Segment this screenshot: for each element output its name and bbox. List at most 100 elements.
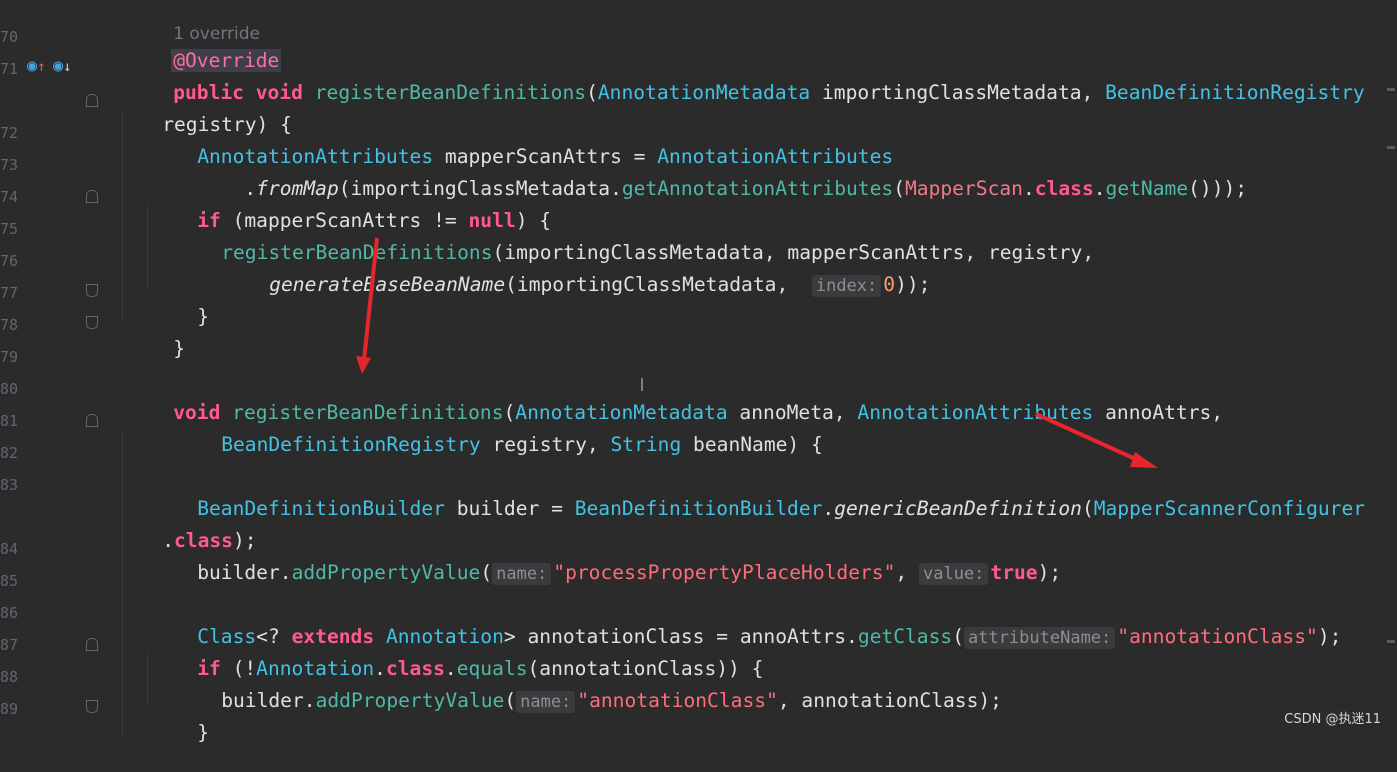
code-line-84[interactable]: builder.addPropertyValue(name: "processPr… (150, 534, 1061, 585)
code-line-78[interactable]: } (126, 310, 185, 360)
parameter-hint: index: (811, 275, 882, 297)
code-text: (importingClassMetadata, (505, 273, 801, 296)
fold-toggle-icon[interactable] (86, 94, 98, 107)
code-text: . (1022, 177, 1035, 200)
code-text: ( (586, 81, 598, 104)
line-number: 74 (0, 188, 19, 206)
line-number: 78 (0, 316, 19, 334)
line-number: 72 (0, 124, 19, 142)
code-line-73[interactable]: .fromMap(importingClassMetadata.getAnnot… (150, 150, 1247, 200)
code-line-72[interactable]: AnnotationAttributes mapperScanAttrs = A… (150, 118, 893, 168)
type-name: MapperScan (905, 177, 1023, 200)
line-number: 75 (0, 220, 19, 238)
line-number: 81 (0, 412, 19, 430)
code-line-89[interactable]: } (150, 694, 209, 744)
fold-toggle-icon[interactable] (86, 414, 98, 427)
code-text: } (197, 721, 209, 744)
code-line-83[interactable]: BeanDefinitionBuilder builder = BeanDefi… (150, 470, 1365, 520)
fold-toggle-icon[interactable] (86, 284, 98, 297)
line-number: 85 (0, 572, 19, 590)
code-text: ( (952, 625, 964, 648)
line-number: 70 (0, 28, 19, 46)
method-name: getClass (857, 625, 953, 648)
code-line-87[interactable]: if (!Annotation.class.equals(annotationC… (150, 630, 763, 680)
watermark: CSDN @执迷11 (1284, 712, 1381, 727)
method-name: generateBaseBeanName (269, 273, 506, 296)
line-number: 71 (0, 60, 19, 78)
method-name: genericBeanDefinition (834, 497, 1082, 520)
code-text: } (173, 337, 185, 360)
type-name: BeanDefinitionBuilder (574, 497, 823, 520)
fold-toggle-icon[interactable] (86, 316, 98, 329)
indent-guide (122, 430, 123, 735)
method-name: addPropertyValue (291, 561, 481, 584)
code-editor[interactable]: 70 71 72 73 74 75 76 77 78 79 80 81 82 8… (0, 0, 1397, 744)
type-name: BeanDefinitionRegistry (221, 433, 481, 456)
code-text: . (822, 497, 835, 520)
line-number: 88 (0, 668, 19, 686)
code-text: beanName) { (681, 433, 823, 456)
string-literal: "annotationClass" (1117, 625, 1318, 648)
method-name: getName (1105, 177, 1189, 200)
type-name: String (610, 433, 682, 456)
editor-scrollbar[interactable] (1385, 0, 1397, 735)
code-line-80[interactable]: void registerBeanDefinitions(AnnotationM… (126, 374, 1223, 424)
fold-toggle-icon[interactable] (86, 190, 98, 203)
usages-hint[interactable]: 1 override (126, 0, 260, 44)
parameter-hint: attributeName: (963, 627, 1116, 649)
code-line-71[interactable]: public void registerBeanDefinitions(Anno… (126, 54, 1364, 104)
implemented-method-icon[interactable]: ◉↑ (27, 56, 46, 77)
code-text: , (895, 561, 919, 584)
scroll-marker (1387, 146, 1395, 149)
code-line-74[interactable]: if (mapperScanAttrs != null) { (150, 182, 551, 232)
code-text: ); (1037, 561, 1062, 584)
code-text: registry, (480, 433, 611, 456)
code-text: } (197, 305, 209, 328)
code-line-77[interactable]: } (150, 278, 209, 328)
code-line-75[interactable]: registerBeanDefinitions(importingClassMe… (174, 214, 1094, 264)
keyword: class (1034, 177, 1094, 200)
code-text: ( (1081, 497, 1094, 520)
code-line-81[interactable]: BeanDefinitionRegistry registry, String … (174, 406, 823, 456)
method-name: getAnnotationAttributes (621, 177, 894, 200)
method-name: addPropertyValue (315, 689, 505, 712)
keyword: true (990, 561, 1038, 584)
fold-toggle-icon[interactable] (86, 700, 98, 713)
line-number: 79 (0, 348, 19, 366)
type-name: BeanDefinitionRegistry (1105, 81, 1365, 104)
line-number: 84 (0, 540, 19, 558)
type-name: AnnotationMetadata (597, 81, 811, 104)
scroll-marker (1387, 640, 1395, 643)
method-name: registerBeanDefinitions (314, 81, 587, 104)
arrow-head-icon (356, 356, 371, 374)
code-text: ); (1317, 625, 1342, 648)
number-literal: 0 (883, 273, 896, 296)
overridden-method-icon[interactable]: ◉↓ (53, 56, 72, 77)
line-number: 77 (0, 284, 19, 302)
code-text: ())); (1188, 177, 1248, 200)
code-line-70[interactable]: @Override (124, 22, 282, 72)
line-number: 87 (0, 636, 19, 654)
code-line-88[interactable]: builder.addPropertyValue(name: "annotatio… (174, 662, 1002, 713)
parameter-hint: name: (516, 691, 576, 713)
line-number: 89 (0, 700, 19, 718)
code-text: builder. (197, 561, 292, 584)
string-literal: "processPropertyPlaceHolders" (553, 561, 896, 584)
line-number: 83 (0, 476, 19, 494)
line-number: 73 (0, 156, 19, 174)
arrow-head-icon (1130, 452, 1158, 468)
fold-toggle-icon[interactable] (86, 638, 98, 651)
parameter-hint: value: (919, 563, 989, 585)
code-line-76[interactable]: generateBaseBeanName(importingClassMetad… (222, 246, 930, 297)
code-text: )); (895, 273, 931, 296)
code-text: , annotationClass); (777, 689, 1002, 712)
code-line-83-wrap[interactable]: .class); (115, 502, 256, 552)
indent-guide (147, 654, 148, 704)
code-text: annoAttrs, (1093, 401, 1224, 424)
code-line-86[interactable]: Class<? extends Annotation> annotationCl… (150, 598, 1341, 649)
code-line-71-wrap[interactable]: registry) { (115, 86, 292, 136)
scroll-marker (1387, 88, 1395, 91)
parameter-hint: name: (492, 563, 552, 585)
line-number: 86 (0, 604, 19, 622)
line-number-gutter[interactable]: 70 71 72 73 74 75 76 77 78 79 80 81 82 8… (0, 0, 110, 735)
